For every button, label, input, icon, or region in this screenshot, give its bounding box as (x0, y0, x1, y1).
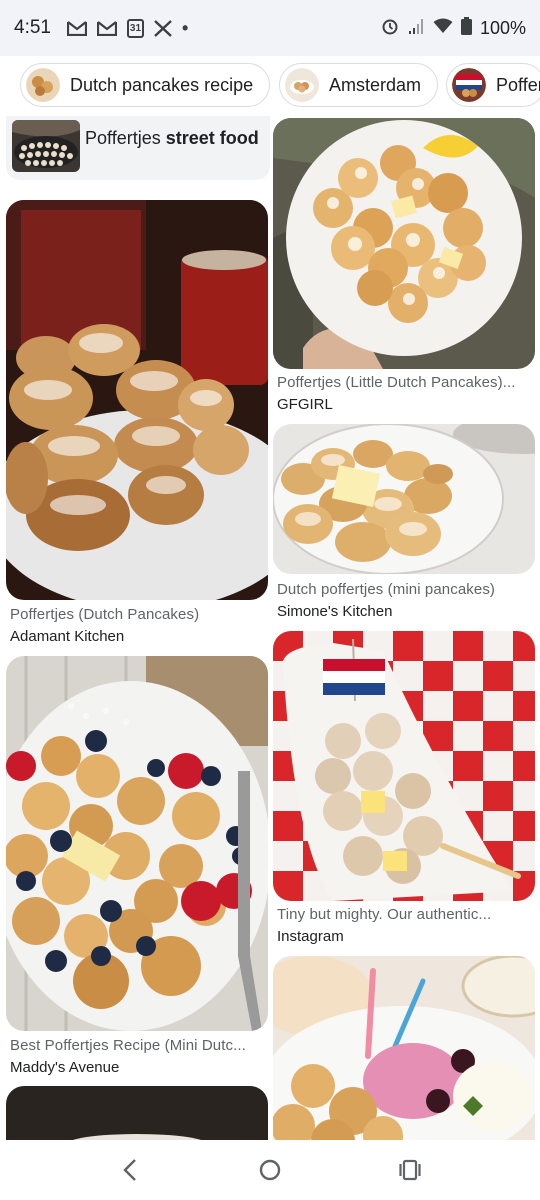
result-source[interactable]: Simone's Kitchen (277, 603, 392, 620)
chip-poffertjes[interactable]: Poffer (446, 63, 540, 107)
gmail-icon (66, 20, 87, 36)
alarm-icon (381, 17, 399, 40)
related-search-thumbnail (12, 120, 80, 172)
result-source[interactable]: Instagram (277, 928, 344, 945)
battery-percent: 100% (479, 17, 526, 38)
google-images-results-screen: 4:51 31 • 100% Dutch pancakes recipe Ams… (0, 0, 540, 1200)
related-search-text: Poffertjes street food (85, 128, 259, 149)
result-image-instagram[interactable] (273, 631, 535, 901)
result-image-gfgirl[interactable] (273, 118, 535, 369)
result-source[interactable]: GFGIRL (277, 396, 333, 413)
status-time: 4:51 (14, 17, 51, 38)
result-source[interactable]: Maddy's Avenue (10, 1059, 119, 1076)
result-image-partial-left[interactable] (6, 1086, 268, 1140)
system-nav-bar (0, 1140, 540, 1200)
result-title[interactable]: Best Poffertjes Recipe (Mini Dutc... (10, 1037, 266, 1054)
dot-icon: • (181, 17, 189, 38)
home-icon[interactable] (240, 1146, 300, 1194)
result-title[interactable]: Dutch poffertjes (mini pancakes) (277, 581, 535, 598)
related-chips-row: Dutch pancakes recipe Amsterdam Poffer (0, 56, 540, 116)
result-title[interactable]: Tiny but mighty. Our authentic... (277, 906, 535, 923)
gmail-icon (96, 20, 117, 36)
back-icon[interactable] (100, 1146, 160, 1194)
result-image-simones-kitchen[interactable] (273, 424, 535, 574)
chip-label: Amsterdam (329, 74, 422, 95)
calendar-icon: 31 (126, 18, 144, 38)
result-image-adamant-kitchen[interactable] (6, 200, 268, 600)
result-image-maddys-avenue[interactable] (6, 656, 268, 1031)
chip-label: Dutch pancakes recipe (70, 74, 254, 95)
x-icon (154, 19, 172, 37)
related-search-prefix: Poffertjes (85, 128, 166, 148)
chip-thumbnail (26, 68, 60, 102)
wifi-icon (433, 18, 453, 39)
notification-icons: 31 • (66, 17, 189, 39)
signal-icon (407, 17, 425, 40)
status-right-icons: 100% (381, 16, 526, 40)
chip-thumbnail (452, 68, 486, 102)
recents-icon[interactable] (380, 1146, 440, 1194)
battery-icon (460, 16, 472, 40)
chip-thumbnail (285, 68, 319, 102)
status-bar: 4:51 31 • 100% (0, 0, 540, 56)
chip-label: Poffer (496, 74, 540, 95)
related-search-card[interactable]: Poffertjes street food (6, 116, 270, 180)
result-title[interactable]: Poffertjes (Dutch Pancakes) (10, 606, 268, 623)
result-title[interactable]: Poffertjes (Little Dutch Pancakes)... (277, 374, 535, 391)
chip-amsterdam[interactable]: Amsterdam (279, 63, 439, 107)
chip-dutch-pancakes-recipe[interactable]: Dutch pancakes recipe (20, 63, 271, 107)
related-search-bold: street food (165, 128, 259, 148)
result-source[interactable]: Adamant Kitchen (10, 628, 124, 645)
result-image-partial-right[interactable] (273, 956, 535, 1140)
results-grid: Poffertjes street food Poffertjes (Littl… (0, 116, 540, 1140)
